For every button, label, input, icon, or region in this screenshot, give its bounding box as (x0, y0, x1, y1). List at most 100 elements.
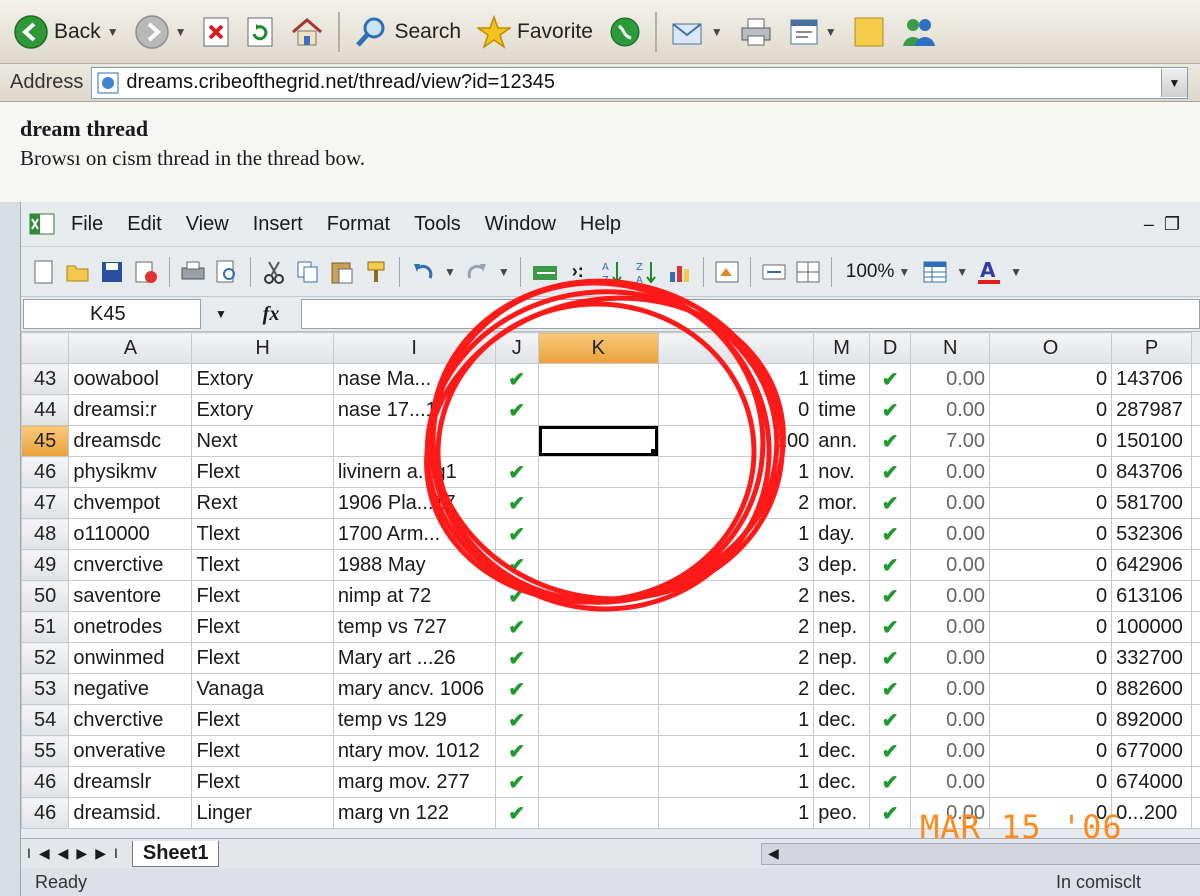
menu-tools[interactable]: Tools (402, 213, 473, 236)
cell-count[interactable]: 1 (657, 518, 815, 550)
row-header[interactable]: 46 (20, 766, 70, 798)
cell-o[interactable]: 0 (989, 611, 1113, 643)
cell-q[interactable] (1191, 363, 1200, 395)
favorite-button[interactable]: Favorite (471, 9, 599, 55)
address-field[interactable]: ▼ (91, 66, 1188, 99)
cell-o[interactable]: 0 (989, 704, 1113, 736)
cell-h[interactable]: Linger (191, 797, 334, 829)
check-icon[interactable]: ✔ (494, 580, 539, 612)
check-icon[interactable] (494, 425, 539, 457)
redo-dropdown-icon[interactable]: ▼ (498, 265, 510, 279)
hyperlink-icon[interactable] (531, 259, 557, 285)
check-icon[interactable]: ✔ (494, 363, 539, 395)
row-header[interactable]: 53 (20, 673, 70, 705)
cell-h[interactable]: Tlext (191, 518, 334, 550)
cell-p[interactable]: 287987 (1111, 394, 1192, 426)
cell-k[interactable] (537, 704, 659, 736)
row-header[interactable]: 47 (20, 487, 70, 519)
cell-i[interactable]: ntary mov. 1012 (332, 735, 496, 767)
menu-view[interactable]: View (174, 213, 241, 236)
address-dropdown-icon[interactable]: ▼ (1161, 68, 1187, 97)
cell-h[interactable]: Flext (191, 456, 334, 488)
cell-a[interactable]: dreamsid. (68, 797, 193, 829)
cell-i[interactable]: 1700 Arm... (332, 518, 496, 550)
check-icon[interactable]: ✔ (868, 394, 912, 426)
cell-k[interactable] (537, 394, 659, 426)
merge-center-icon[interactable] (761, 259, 787, 285)
cell-h[interactable]: Rext (191, 487, 334, 519)
cell-m[interactable]: nep. (813, 642, 870, 674)
cell-h[interactable]: Flext (191, 766, 334, 798)
menu-help[interactable]: Help (568, 213, 633, 236)
column-header[interactable]: I (332, 332, 496, 364)
format-painter-icon[interactable] (363, 259, 389, 285)
cell-i[interactable]: mary ancv. 1006 (332, 673, 496, 705)
cell-p[interactable]: 532306 (1111, 518, 1192, 550)
cell-a[interactable]: onwinmed (68, 642, 193, 674)
cell-a[interactable]: physikmv (68, 456, 193, 488)
cell-a[interactable]: oowabool (68, 363, 193, 395)
menu-format[interactable]: Format (315, 213, 402, 236)
cell-o[interactable]: 0 (989, 766, 1113, 798)
check-icon[interactable]: ✔ (868, 704, 912, 736)
redo-icon[interactable] (464, 259, 490, 285)
cell-n[interactable]: 0.00 (910, 735, 991, 767)
back-button[interactable]: Back ▼ (8, 9, 125, 55)
autosum-icon[interactable]: ›: (565, 259, 591, 285)
cell-k[interactable] (537, 673, 659, 705)
cell-count[interactable]: 2 (657, 487, 815, 519)
cell-i[interactable]: livinern a...g1 (332, 456, 496, 488)
cell-m[interactable]: peo. (813, 797, 870, 829)
cell-i[interactable]: nimp at 72 (332, 580, 496, 612)
column-header[interactable]: H (191, 332, 334, 364)
sheet-nav-arrows-icon[interactable]: I◀◀▶▶I (21, 845, 132, 862)
print-icon[interactable] (180, 259, 206, 285)
excel-app-icon[interactable] (29, 212, 55, 236)
new-document-icon[interactable] (31, 259, 57, 285)
cell-k[interactable] (537, 611, 659, 643)
cell-k[interactable] (537, 766, 659, 798)
cell-i[interactable]: Mary art ...26 (332, 642, 496, 674)
check-icon[interactable]: ✔ (868, 797, 912, 829)
cell-h[interactable]: Extory (191, 363, 334, 395)
cell-count[interactable]: 1 (657, 456, 815, 488)
sort-descending-icon[interactable]: ZA (633, 259, 659, 285)
menu-file[interactable]: File (59, 213, 115, 236)
cell-h[interactable]: Flext (191, 611, 334, 643)
cell-a[interactable]: dreamsi:r (68, 394, 193, 426)
select-all-corner[interactable] (20, 332, 70, 364)
cell-n[interactable]: 0.00 (910, 642, 991, 674)
cell-k[interactable] (537, 518, 659, 550)
cell-count[interactable]: 100 (657, 425, 815, 457)
cell-i[interactable]: marg mov. 277 (332, 766, 496, 798)
cell-m[interactable]: dep. (813, 549, 870, 581)
cell-a[interactable]: cnverctive (68, 549, 193, 581)
menu-edit[interactable]: Edit (115, 213, 173, 236)
cell-q[interactable] (1191, 611, 1200, 643)
cell-i[interactable]: marg vn 122 (332, 797, 496, 829)
row-header[interactable]: 51 (20, 611, 70, 643)
back-dropdown-icon[interactable]: ▼ (107, 25, 119, 39)
permission-icon[interactable] (133, 259, 159, 285)
cell-h[interactable]: Tlext (191, 549, 334, 581)
cell-a[interactable]: onetrodes (68, 611, 193, 643)
column-header[interactable]: M (813, 332, 870, 364)
cell-q[interactable] (1191, 487, 1200, 519)
edit-button[interactable]: ▼ (783, 9, 843, 55)
table-dropdown-icon[interactable]: ▼ (956, 265, 968, 279)
undo-icon[interactable] (410, 259, 436, 285)
cell-n[interactable]: 0.00 (910, 549, 991, 581)
check-icon[interactable]: ✔ (868, 518, 912, 550)
cell-i[interactable]: temp vs 129 (332, 704, 496, 736)
forward-button[interactable]: ▼ (129, 9, 193, 55)
cell-p[interactable]: 677000 (1111, 735, 1192, 767)
fx-icon[interactable]: fx (241, 303, 301, 326)
check-icon[interactable]: ✔ (868, 456, 912, 488)
cell-m[interactable]: dec. (813, 766, 870, 798)
sort-ascending-icon[interactable]: AZ (599, 259, 625, 285)
check-icon[interactable]: ✔ (494, 487, 539, 519)
save-icon[interactable] (99, 259, 125, 285)
cell-a[interactable]: saventore (68, 580, 193, 612)
cell-k[interactable] (537, 487, 659, 519)
cell-o[interactable]: 0 (989, 363, 1113, 395)
